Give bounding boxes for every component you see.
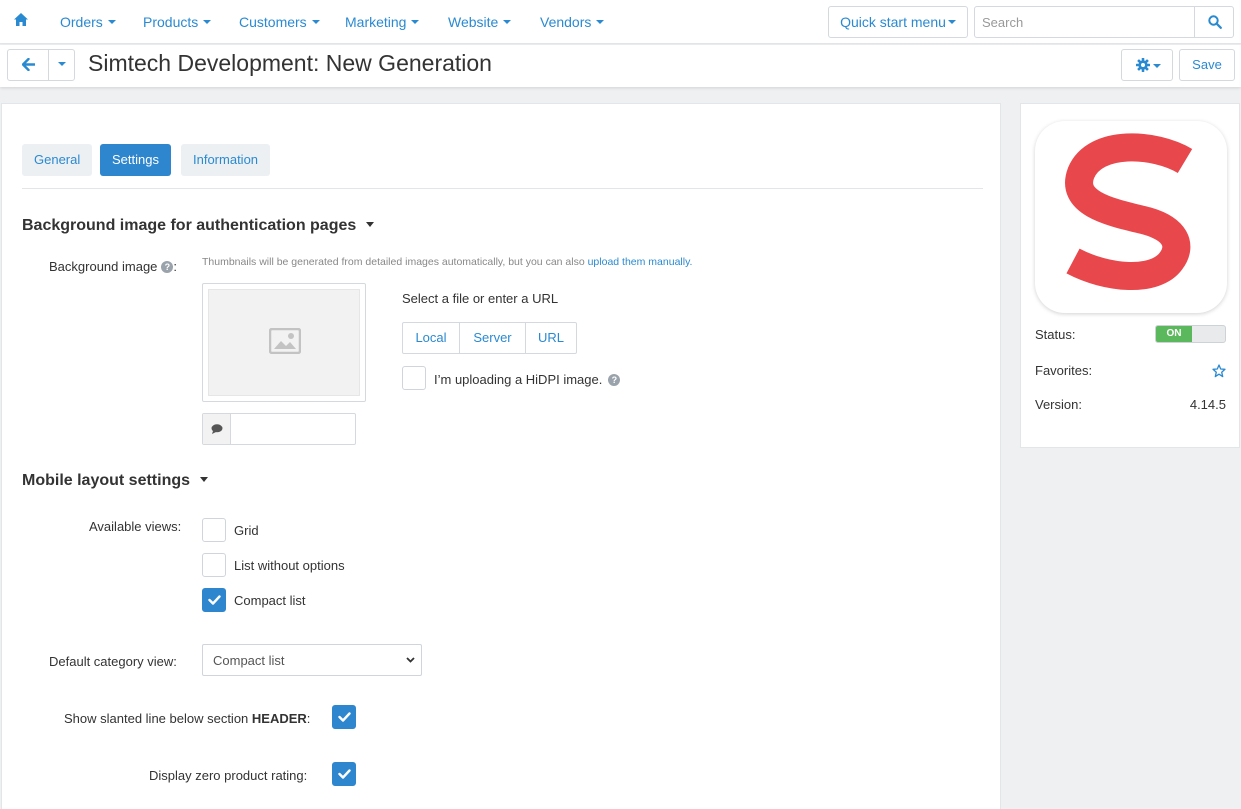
back-button-group bbox=[7, 49, 75, 81]
select-file-label: Select a file or enter a URL bbox=[402, 291, 559, 306]
view-compact-list-checkbox[interactable] bbox=[202, 588, 226, 612]
status-toggle[interactable]: ON bbox=[1155, 325, 1226, 343]
search-icon bbox=[1208, 15, 1222, 29]
favorites-label: Favorites: bbox=[1035, 363, 1093, 378]
help-icon[interactable]: ? bbox=[161, 260, 174, 273]
image-placeholder-icon bbox=[269, 328, 301, 354]
chevron-down-icon bbox=[596, 20, 605, 25]
slanted-line-checkbox[interactable] bbox=[332, 705, 356, 729]
default-category-view-label: Default category view: bbox=[49, 654, 177, 669]
check-icon bbox=[338, 712, 351, 722]
check-icon bbox=[338, 769, 351, 779]
tab-information[interactable]: Information bbox=[181, 144, 271, 176]
top-navigation: Orders Products Customers Marketing Webs… bbox=[0, 0, 1241, 44]
hidpi-label: I’m uploading a HiDPI image.? bbox=[434, 372, 621, 387]
main-panel: General Settings Information Background … bbox=[1, 103, 1001, 809]
thumbnail-hint: Thumbnails will be generated from detail… bbox=[202, 256, 693, 268]
back-button[interactable] bbox=[8, 50, 49, 80]
status-on-indicator: ON bbox=[1156, 326, 1192, 342]
version-label: Version: bbox=[1035, 397, 1082, 412]
file-source-group: Local Server URL bbox=[402, 322, 577, 354]
save-button[interactable]: Save bbox=[1179, 49, 1235, 81]
source-url-button[interactable]: URL bbox=[526, 323, 576, 353]
view-list-without-options-checkbox[interactable] bbox=[202, 553, 226, 577]
view-list-without-options-label: List without options bbox=[234, 558, 345, 573]
chevron-down-icon bbox=[203, 20, 212, 25]
home-icon[interactable] bbox=[14, 13, 30, 29]
title-bar: Simtech Development: New Generation Save bbox=[0, 45, 1241, 87]
help-icon[interactable]: ? bbox=[608, 373, 621, 386]
chevron-down-icon bbox=[58, 61, 66, 66]
default-category-view-select[interactable]: Compact list bbox=[202, 644, 422, 676]
available-views-label: Available views: bbox=[89, 519, 182, 534]
upload-manually-link[interactable]: upload them manually. bbox=[588, 256, 693, 268]
view-grid-label: Grid bbox=[234, 523, 259, 538]
zero-rating-label: Display zero product rating: bbox=[149, 768, 308, 783]
version-value: 4.14.5 bbox=[1189, 397, 1226, 412]
comment-icon bbox=[203, 414, 231, 444]
chevron-down-icon bbox=[311, 20, 320, 25]
chevron-down-icon bbox=[503, 20, 512, 25]
page-title: Simtech Development: New Generation bbox=[88, 50, 492, 76]
tab-settings[interactable]: Settings bbox=[100, 144, 171, 176]
background-image-label: Background image?: bbox=[49, 259, 178, 274]
chevron-down-icon bbox=[406, 657, 415, 663]
nav-marketing[interactable]: Marketing bbox=[345, 14, 420, 30]
status-label: Status: bbox=[1035, 327, 1076, 342]
nav-vendors[interactable]: Vendors bbox=[540, 14, 605, 30]
chevron-down-icon bbox=[107, 20, 116, 25]
zero-rating-checkbox[interactable] bbox=[332, 762, 356, 786]
check-icon bbox=[208, 595, 221, 605]
image-placeholder bbox=[208, 289, 360, 396]
hidpi-checkbox[interactable] bbox=[402, 366, 426, 390]
addon-info-sidebar: Status: ON Favorites: Version: 4.14.5 bbox=[1020, 103, 1240, 448]
chevron-down-icon bbox=[947, 20, 956, 25]
star-icon[interactable] bbox=[1212, 364, 1226, 381]
quick-start-menu-button[interactable]: Quick start menu bbox=[828, 6, 968, 38]
chevron-down-icon bbox=[411, 20, 420, 25]
section-toggle-background[interactable]: Background image for authentication page… bbox=[22, 217, 375, 235]
addon-logo bbox=[1035, 121, 1227, 313]
chevron-down-icon bbox=[1153, 64, 1161, 68]
chevron-down-icon bbox=[366, 222, 375, 228]
view-compact-list-label: Compact list bbox=[234, 593, 306, 608]
section-toggle-mobile-layout[interactable]: Mobile layout settings bbox=[22, 472, 209, 490]
slanted-line-label: Show slanted line below section HEADER: bbox=[64, 711, 311, 726]
nav-products[interactable]: Products bbox=[143, 14, 212, 30]
alt-text-field bbox=[202, 413, 356, 445]
simtech-s-logo-icon bbox=[1065, 133, 1193, 291]
nav-customers[interactable]: Customers bbox=[239, 14, 320, 30]
alt-text-input[interactable] bbox=[231, 414, 355, 444]
gear-icon bbox=[1136, 58, 1150, 72]
search-box bbox=[974, 6, 1234, 38]
image-preview[interactable] bbox=[202, 283, 366, 402]
view-grid-checkbox[interactable] bbox=[202, 518, 226, 542]
history-dropdown-button[interactable] bbox=[49, 50, 75, 80]
nav-website[interactable]: Website bbox=[448, 14, 512, 30]
tab-general[interactable]: General bbox=[22, 144, 93, 176]
arrow-left-icon bbox=[22, 58, 35, 71]
search-input[interactable] bbox=[975, 7, 1195, 37]
nav-orders[interactable]: Orders bbox=[60, 14, 116, 30]
selected-value: Compact list bbox=[213, 653, 285, 668]
settings-dropdown-button[interactable] bbox=[1121, 49, 1173, 81]
chevron-down-icon bbox=[200, 477, 209, 483]
tabs-divider bbox=[22, 188, 983, 189]
source-server-button[interactable]: Server bbox=[460, 323, 526, 353]
source-local-button[interactable]: Local bbox=[403, 323, 460, 353]
search-button[interactable] bbox=[1194, 7, 1233, 37]
